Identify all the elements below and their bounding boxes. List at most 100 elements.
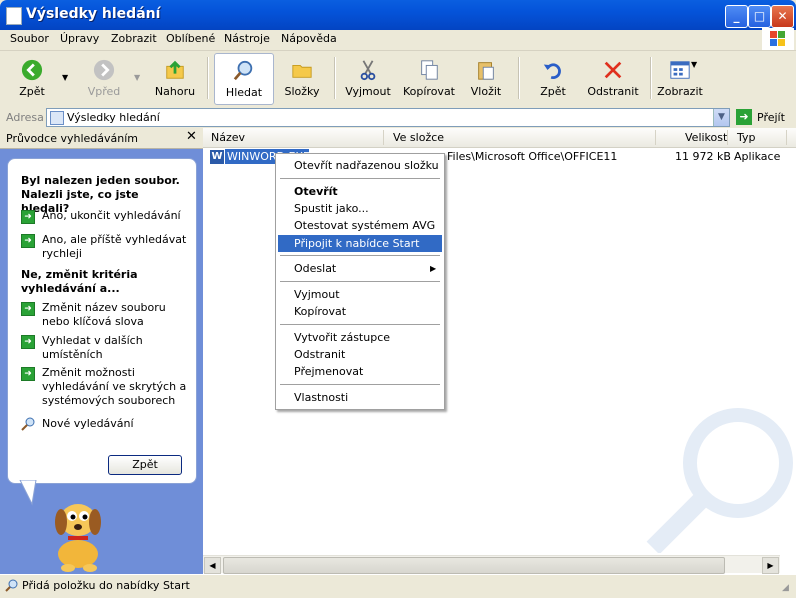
menu-pin-start[interactable]: Připojit k nabídce Start [278, 235, 442, 252]
menu-properties[interactable]: Vlastnosti [278, 389, 442, 406]
up-button[interactable]: Nahoru [150, 53, 200, 103]
menu-separator [280, 255, 440, 256]
back-arrow-icon [21, 59, 43, 81]
menu-send-to[interactable]: Odeslat [278, 260, 442, 277]
horizontal-scrollbar[interactable]: ◀ ▶ [203, 555, 780, 574]
bubble-tail [19, 480, 37, 506]
address-label: Adresa [6, 111, 44, 124]
toolbar-separator [650, 57, 652, 99]
companion-back-button[interactable]: Zpět [108, 455, 182, 475]
menu-create-shortcut[interactable]: Vytvořit zástupce [278, 329, 442, 346]
green-arrow-icon: ➜ [21, 210, 35, 224]
file-size: 11 972 kB [675, 150, 731, 163]
search-dog-icon[interactable] [44, 492, 114, 572]
green-arrow-icon: ➜ [21, 335, 35, 349]
option-faster-search[interactable]: Ano, ale příště vyhledávat rychleji [42, 233, 187, 261]
forward-button[interactable]: Vpřed [78, 53, 130, 103]
maximize-button[interactable]: □ [748, 5, 771, 28]
search-companion-bubble: Byl nalezen jeden soubor. Nalezli jste, … [7, 158, 197, 484]
search-window-icon [6, 7, 22, 25]
undo-arrow-icon [543, 63, 561, 80]
address-input[interactable]: Výsledky hledání ▼ [46, 108, 730, 127]
menu-run-as[interactable]: Spustit jako... [278, 200, 442, 217]
search-button[interactable]: Hledat [214, 53, 274, 105]
address-dropdown-button[interactable]: ▼ [713, 109, 729, 126]
scroll-right-icon[interactable]: ▶ [762, 557, 779, 574]
column-header: Název Ve složce Velikost Typ [203, 128, 796, 148]
menu-cut[interactable]: Vyjmout [278, 286, 442, 303]
search-companion-pane: Průvodce vyhledáváním ✕ Byl nalezen jede… [0, 128, 203, 574]
cut-button[interactable]: Vyjmout [342, 53, 394, 103]
context-menu: Otevřít nadřazenou složku Otevřít Spusti… [275, 153, 445, 410]
option-other-locations[interactable]: Vyhledat v dalších umístěních [42, 334, 187, 362]
green-arrow-icon: ➜ [21, 367, 35, 381]
menu-scan-avg[interactable]: Otestovat systémem AVG [278, 217, 442, 234]
paste-icon [478, 62, 494, 80]
minimize-button[interactable]: _ [725, 5, 748, 28]
option-finish-search[interactable]: Ano, ukončit vyhledávání [42, 209, 187, 223]
pane-header: Průvodce vyhledáváním ✕ [0, 128, 203, 149]
scroll-left-icon[interactable]: ◀ [204, 557, 221, 574]
option-hidden-files[interactable]: Změnit možnosti vyhledávání ve skrytých … [42, 366, 187, 408]
folders-icon [292, 64, 312, 78]
magnifier-icon [21, 417, 35, 431]
menu-upravy[interactable]: Úpravy [60, 32, 99, 45]
menu-bar: Soubor Úpravy Zobrazit Oblíbené Nástroje… [0, 30, 796, 51]
menu-zobrazit[interactable]: Zobrazit [111, 32, 157, 45]
title-bar[interactable]: Výsledky hledání _ □ ✕ [0, 0, 796, 30]
undo-button[interactable]: Zpět [528, 53, 578, 103]
delete-button[interactable]: Odstranit [584, 53, 642, 103]
menu-rename[interactable]: Přejmenovat [278, 363, 442, 380]
menu-delete[interactable]: Odstranit [278, 346, 442, 363]
copy-icon [421, 60, 438, 80]
magnifier-icon [233, 60, 253, 81]
views-dropdown-icon[interactable]: ▼ [691, 60, 697, 69]
toolbar: Zpět ▼ Vpřed ▼ Nahoru Hledat Složky Vyjm… [0, 51, 796, 107]
column-separator[interactable] [655, 130, 656, 145]
back-button[interactable]: Zpět [6, 53, 58, 103]
folders-button[interactable]: Složky [278, 53, 326, 103]
windows-logo-icon [762, 28, 794, 50]
menu-soubor[interactable]: Soubor [10, 32, 49, 45]
menu-nastroje[interactable]: Nástroje [224, 32, 270, 45]
pane-close-icon[interactable]: ✕ [186, 129, 197, 144]
option-change-filename[interactable]: Změnit název souboru nebo klíčová slova [42, 301, 187, 329]
address-value: Výsledky hledání [67, 111, 160, 124]
status-icon [5, 579, 18, 592]
copy-button[interactable]: Kopírovat [400, 53, 458, 103]
paste-button[interactable]: Vložit [464, 53, 508, 103]
column-separator[interactable] [727, 130, 728, 145]
watermark-magnifier-icon [646, 408, 793, 553]
menu-open-parent-folder[interactable]: Otevřít nadřazenou složku [278, 157, 442, 174]
scissors-icon [360, 60, 376, 81]
menu-open[interactable]: Otevřít [278, 183, 442, 200]
close-button[interactable]: ✕ [771, 5, 794, 28]
forward-arrow-icon [93, 59, 115, 81]
search-results-icon [50, 111, 64, 125]
menu-copy[interactable]: Kopírovat [278, 303, 442, 320]
menu-separator [280, 324, 440, 325]
green-arrow-icon: ➜ [21, 302, 35, 316]
file-folder: Files\Microsoft Office\OFFICE11 [447, 150, 618, 163]
resize-grip-icon[interactable]: ◢ [782, 583, 789, 593]
column-name[interactable]: Název [211, 131, 245, 144]
menu-separator [280, 178, 440, 179]
pane-title: Průvodce vyhledáváním [6, 132, 138, 145]
delete-x-icon [604, 61, 622, 79]
forward-dropdown-icon[interactable]: ▼ [134, 73, 140, 82]
go-arrow-icon: ➜ [736, 109, 752, 125]
window-title: Výsledky hledání [26, 6, 161, 22]
column-separator[interactable] [786, 130, 787, 145]
column-separator[interactable] [383, 130, 384, 145]
menu-oblibene[interactable]: Oblíbené [166, 32, 215, 45]
menu-napoveda[interactable]: Nápověda [281, 32, 337, 45]
scroll-thumb[interactable] [223, 557, 725, 574]
new-search-link[interactable]: Nové vyledávání [42, 417, 187, 431]
column-size[interactable]: Velikost [685, 131, 727, 144]
submenu-arrow-icon: ▶ [430, 264, 437, 273]
back-dropdown-icon[interactable]: ▼ [62, 73, 68, 82]
column-folder[interactable]: Ve složce [393, 131, 444, 144]
word-app-icon: W [210, 150, 224, 164]
green-arrow-icon: ➜ [21, 234, 35, 248]
column-type[interactable]: Typ [737, 131, 756, 144]
